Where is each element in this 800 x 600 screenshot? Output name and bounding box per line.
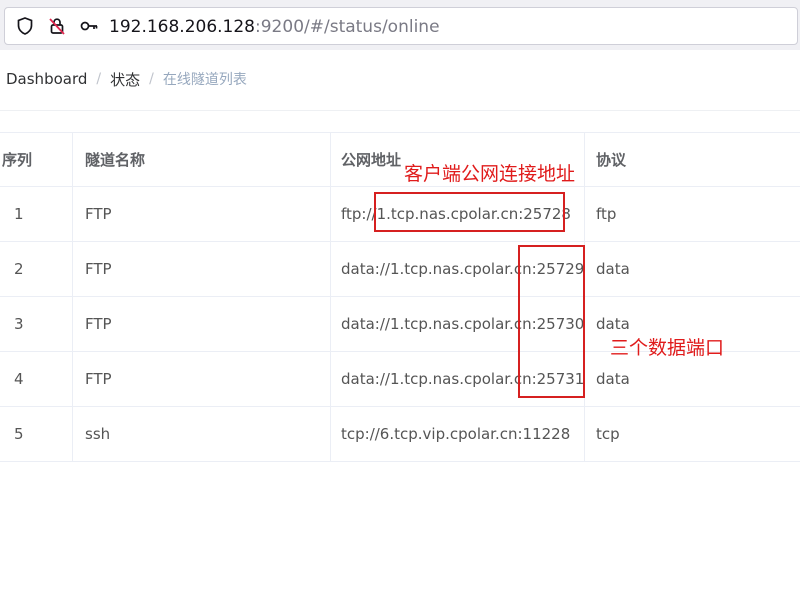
breadcrumb: Dashboard / 状态 / 在线隧道列表 [6,68,247,90]
header-protocol: 协议 [584,133,800,186]
cell-tunnel-name: FTP [72,352,330,406]
lock-crossed-icon[interactable] [47,16,67,36]
browser-toolbar: 192.168.206.128:9200/#/status/online [0,0,800,50]
cell-tunnel-name: FTP [72,297,330,351]
cell-public-address: tcp://6.tcp.vip.cpolar.cn:11228 [330,407,584,461]
cell-index: 1 [14,205,24,223]
annotation-box-client-address [374,192,565,232]
cell-tunnel-name: FTP [72,187,330,241]
cell-tunnel-name: FTP [72,242,330,296]
cell-index: 3 [14,315,24,333]
breadcrumb-current: 在线隧道列表 [162,72,247,88]
shield-icon[interactable] [15,16,35,36]
breadcrumb-dashboard[interactable]: Dashboard [6,70,87,88]
table-row: 4 FTP data://1.tcp.nas.cpolar.cn:25731 d… [0,352,800,407]
cell-protocol: data [584,242,800,296]
url-text[interactable]: 192.168.206.128:9200/#/status/online [109,16,440,38]
header-index: 序列 [2,151,33,169]
url-bar[interactable]: 192.168.206.128:9200/#/status/online [4,7,798,45]
annotation-box-data-ports [518,245,585,398]
cell-tunnel-name: ssh [72,407,330,461]
url-host: 192.168.206.128 [109,17,256,37]
breadcrumb-separator: / [96,71,102,87]
table-row: 2 FTP data://1.tcp.nas.cpolar.cn:25729 d… [0,242,800,297]
divider [0,110,800,111]
cell-index: 5 [14,425,24,443]
key-icon[interactable] [79,16,99,36]
annotation-client-address: 客户端公网连接地址 [404,163,576,185]
cell-index: 2 [14,260,24,278]
cell-index: 4 [14,370,24,388]
cell-protocol: ftp [584,187,800,241]
breadcrumb-separator: / [149,71,154,87]
breadcrumb-status[interactable]: 状态 [110,69,140,90]
cell-protocol: tcp [584,407,800,461]
header-tunnel-name: 隧道名称 [72,133,330,186]
cell-protocol: data [584,352,800,406]
table-row: 5 ssh tcp://6.tcp.vip.cpolar.cn:11228 tc… [0,407,800,462]
tunnel-table: 序列 隧道名称 公网地址 协议 1 FTP ftp://1.tcp.nas.cp… [0,132,800,462]
table-header: 序列 隧道名称 公网地址 协议 [0,132,800,187]
url-path: :9200/#/status/online [255,17,440,37]
annotation-three-ports: 三个数据端口 [610,337,725,359]
